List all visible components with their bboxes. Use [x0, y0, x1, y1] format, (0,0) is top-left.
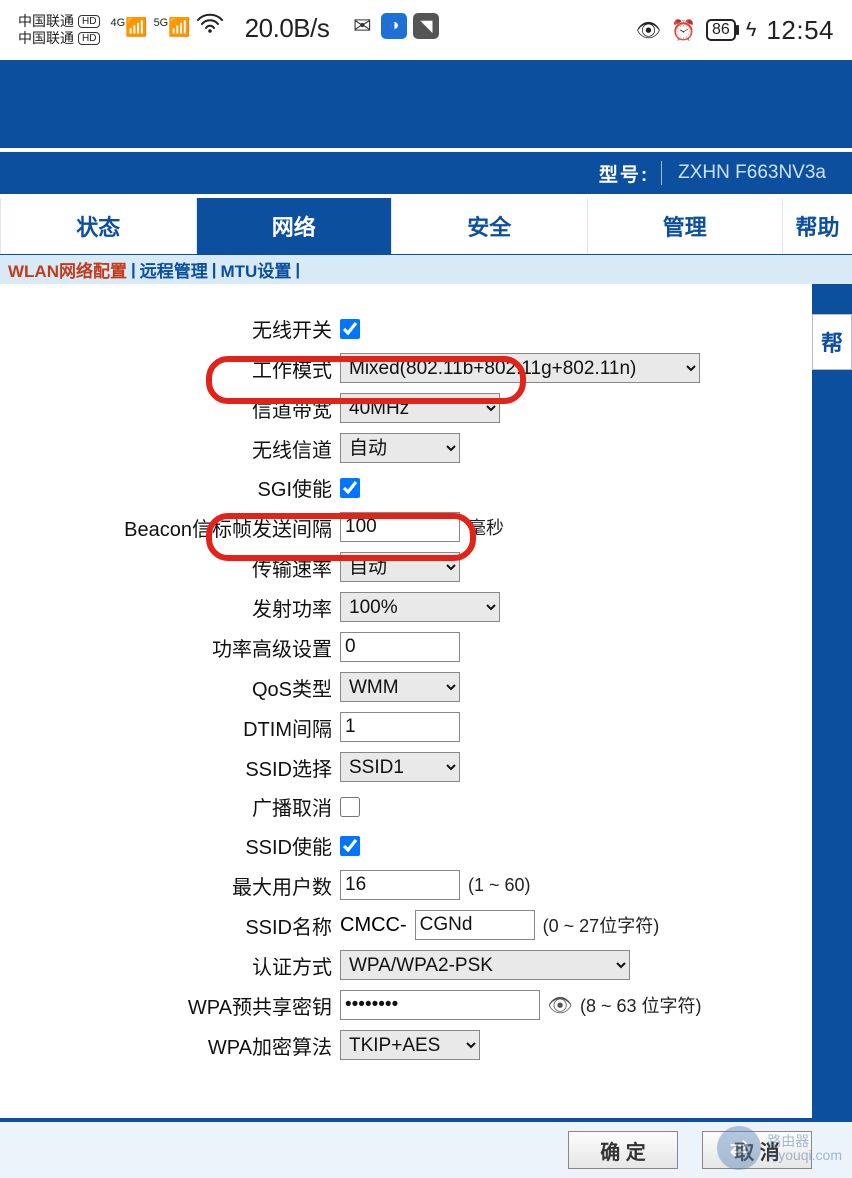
label-broadcast-cancel: 广播取消 — [20, 792, 340, 821]
tab-network[interactable]: 网络 — [196, 198, 392, 254]
subtab-mtu[interactable]: MTU设置 — [219, 257, 294, 282]
clock: 12:54 — [766, 15, 834, 46]
label-channel-bw: 信道带宽 — [20, 394, 340, 423]
subtab-remote-mgmt[interactable]: 远程管理 — [138, 257, 210, 282]
label-ssid-name: SSID名称 — [20, 911, 340, 940]
battery-icon: 86 — [706, 19, 736, 41]
checkbox-wireless-switch[interactable] — [340, 319, 360, 339]
tab-status[interactable]: 状态 — [0, 198, 196, 254]
sub-nav: WLAN网络配置 | 远程管理 | MTU设置 | — [0, 254, 852, 284]
label-beacon: Beacon信标帧发送间隔 — [20, 513, 340, 542]
select-tx-power[interactable]: 100% — [340, 592, 500, 622]
ok-button[interactable]: 确 定 — [568, 1131, 678, 1169]
label-tx-power: 发射功率 — [20, 593, 340, 622]
hint-wpa-psk: (8 ~ 63 位字符) — [580, 992, 702, 1018]
wechat-icon: ✉ — [349, 13, 375, 39]
label-ssid-enable: SSID使能 — [20, 831, 340, 860]
app-icon-1: ◑ — [381, 13, 407, 39]
charging-icon: ϟ — [746, 19, 757, 42]
label-max-users: 最大用户数 — [20, 871, 340, 900]
model-label: 型号: — [599, 160, 649, 187]
signal-4g-icon: 4G📶 — [110, 17, 147, 38]
hd-badge-icon: HD — [78, 15, 100, 28]
signal-5g-icon: 5G📶 — [154, 17, 191, 38]
hint-ssid-name: (0 ~ 27位字符) — [543, 912, 660, 938]
model-value: ZXHN F663NV3a — [676, 162, 828, 184]
hd-badge-icon: HD — [78, 32, 100, 45]
label-power-adv: 功率高级设置 — [20, 633, 340, 662]
wifi-icon — [197, 13, 223, 38]
select-wpa-algo[interactable]: TKIP+AES — [340, 1030, 480, 1060]
checkbox-broadcast-cancel[interactable] — [340, 797, 360, 817]
subtab-wlan-config[interactable]: WLAN网络配置 — [6, 257, 129, 282]
select-ssid[interactable]: SSID1 — [340, 752, 460, 782]
android-status-bar: 中国联通 HD 中国联通 HD 4G📶 5G📶 20.0B/s ✉ ◑ ◥ — [0, 0, 852, 60]
wlan-settings-form: 无线开关 工作模式 Mixed(802.11b+802.11g+802.11n)… — [0, 284, 812, 1118]
app-icon-2: ◥ — [413, 13, 439, 39]
label-tx-rate: 传输速率 — [20, 553, 340, 582]
label-work-mode: 工作模式 — [20, 354, 340, 383]
alarm-icon: ⏰ — [671, 18, 696, 43]
model-bar: 型号: ZXHN F663NV3a — [0, 148, 852, 194]
select-work-mode[interactable]: Mixed(802.11b+802.11g+802.11n) — [340, 353, 700, 383]
cancel-button[interactable]: 取 消 — [702, 1131, 812, 1169]
label-dtim: DTIM间隔 — [20, 713, 340, 742]
ssid-prefix: CMCC- — [340, 914, 407, 937]
tab-help[interactable]: 帮助 — [782, 198, 852, 254]
label-wpa-psk: WPA预共享密钥 — [20, 991, 340, 1020]
label-wireless-channel: 无线信道 — [20, 434, 340, 463]
select-wireless-channel[interactable]: 自动 — [340, 433, 460, 463]
input-beacon-interval[interactable] — [340, 512, 460, 542]
select-channel-bw[interactable]: 40MHz — [340, 393, 500, 423]
form-footer: 确 定 取 消 — [0, 1118, 852, 1178]
checkbox-ssid-enable[interactable] — [340, 836, 360, 856]
select-auth-method[interactable]: WPA/WPA2-PSK — [340, 950, 630, 980]
label-sgi: SGI使能 — [20, 473, 340, 502]
checkbox-sgi[interactable] — [340, 478, 360, 498]
input-wpa-psk[interactable] — [340, 990, 540, 1020]
tab-security[interactable]: 安全 — [391, 198, 587, 254]
network-speed: 20.0B/s — [245, 13, 330, 44]
carrier-2: 中国联通 HD — [18, 30, 100, 47]
tab-management[interactable]: 管理 — [587, 198, 783, 254]
eye-status-icon: 👁 — [636, 18, 661, 43]
input-max-users[interactable] — [340, 870, 460, 900]
select-tx-rate[interactable]: 自动 — [340, 552, 460, 582]
input-power-adv[interactable] — [340, 632, 460, 662]
unit-ms: 毫秒 — [468, 514, 504, 540]
right-rail: 帮 — [812, 284, 852, 1118]
carrier-1: 中国联通 HD — [18, 13, 100, 30]
label-auth: 认证方式 — [20, 951, 340, 980]
help-side-tab[interactable]: 帮 — [812, 314, 852, 370]
select-qos[interactable]: WMM — [340, 672, 460, 702]
toggle-password-icon[interactable]: 👁 — [548, 993, 572, 1017]
label-ssid-select: SSID选择 — [20, 753, 340, 782]
input-dtim[interactable] — [340, 712, 460, 742]
label-qos: QoS类型 — [20, 673, 340, 702]
hint-max-users: (1 ~ 60) — [468, 875, 531, 896]
label-wireless-switch: 无线开关 — [20, 314, 340, 343]
router-header — [0, 60, 852, 148]
main-nav: 状态 网络 安全 管理 帮助 — [0, 194, 852, 254]
input-ssid-name[interactable] — [415, 910, 535, 940]
label-wpa-algo: WPA加密算法 — [20, 1031, 340, 1060]
